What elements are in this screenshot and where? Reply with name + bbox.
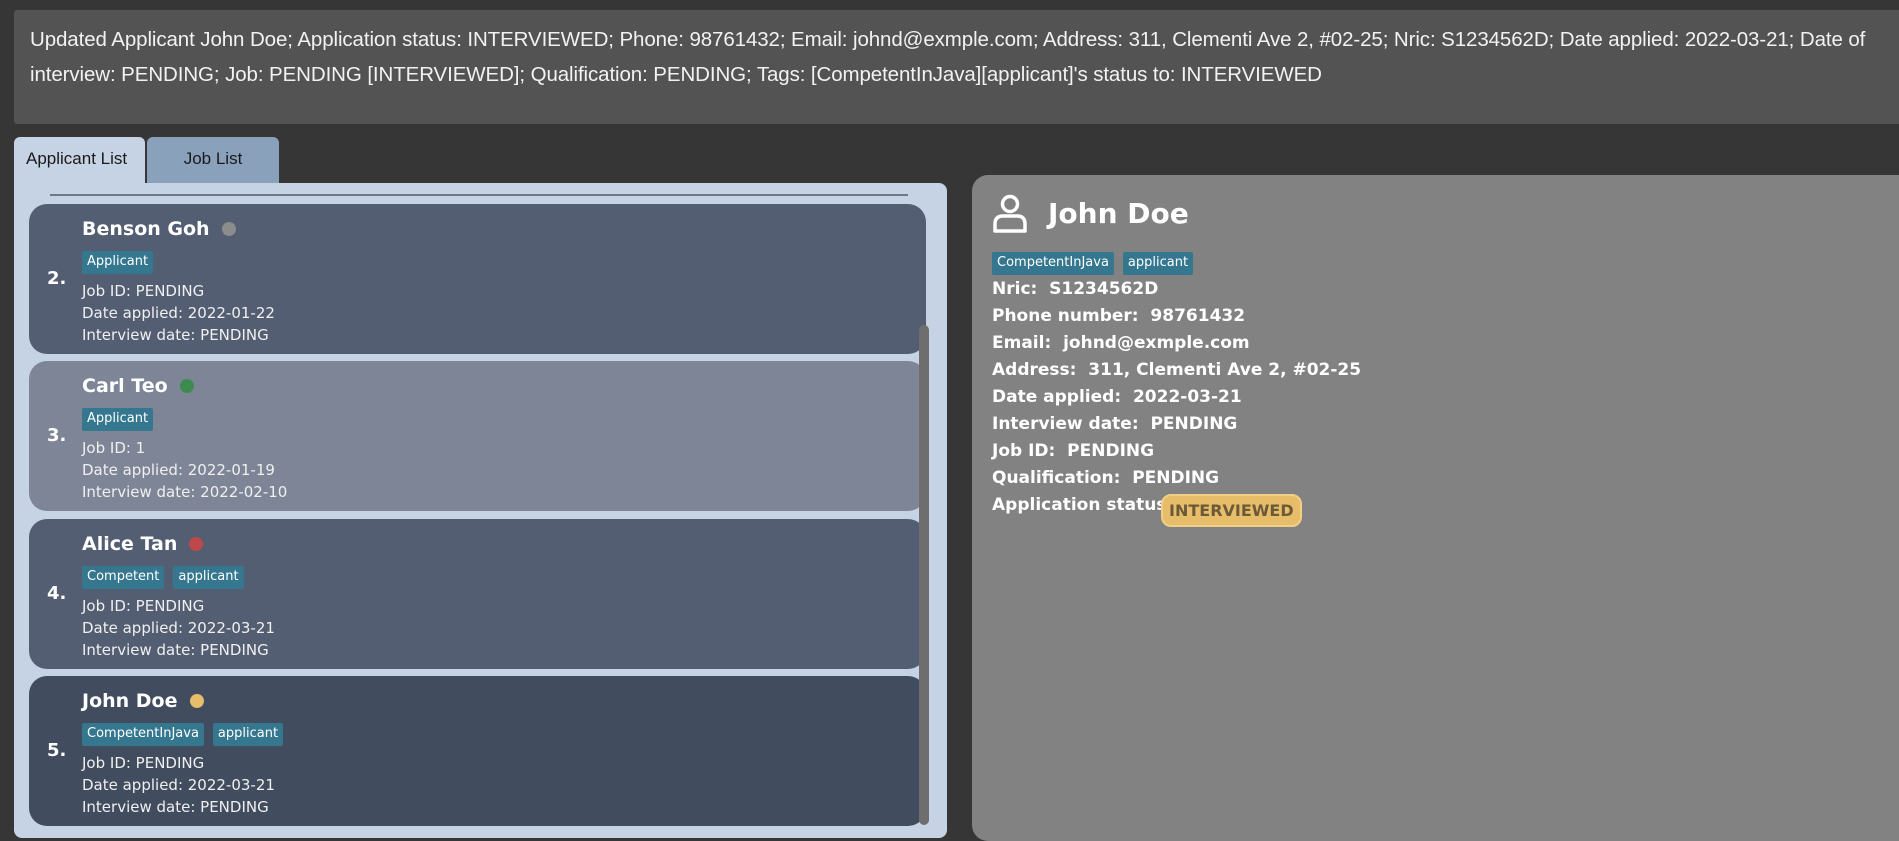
applicant-card[interactable]: 3. Carl Teo Applicant Job ID: 1 Date app… [29,361,926,511]
applicant-card[interactable]: 5. John Doe CompetentInJava applicant Jo… [29,676,926,826]
card-name-row: Carl Teo [82,375,194,397]
tag-badge: applicant [173,566,244,589]
detail-qualification: Qualification: PENDING [992,468,1220,488]
card-job-id: Job ID: PENDING [82,597,205,615]
tag-badge: CompetentInJava [82,723,204,746]
card-index: 4. [47,583,67,604]
detail-phone: Phone number: 98761432 [992,306,1246,326]
card-interview-date: Interview date: PENDING [82,326,269,344]
card-name-row: Benson Goh [82,218,236,240]
detail-nric: Nric: S1234562D [992,279,1159,299]
card-date-applied: Date applied: 2022-01-22 [82,304,275,322]
card-date-applied: Date applied: 2022-03-21 [82,776,275,794]
tag-badge: applicant [1122,252,1194,275]
status-dot-icon [221,222,236,236]
card-name: Benson Goh [82,218,210,240]
tag-badge: Competent [82,566,165,589]
detail-email: Email: johnd@exmple.com [992,333,1250,353]
tag-badge: CompetentInJava [992,252,1114,275]
card-name-row: Alice Tan [82,533,204,555]
applicant-list-panel[interactable]: 2. Benson Goh Applicant Job ID: PENDING … [14,183,947,838]
card-interview-date: Interview date: PENDING [82,798,269,816]
card-tags: Applicant [82,408,154,431]
detail-address: Address: 311, Clementi Ave 2, #02-25 [992,360,1362,380]
card-index: 5. [47,740,67,761]
status-dot-icon [179,379,194,393]
detail-tags: CompetentInJava applicant [992,252,1194,275]
tag-badge: Applicant [82,408,154,431]
command-result-box: Updated Applicant John Doe; Application … [14,10,1899,124]
card-tags: Competent applicant [82,566,244,589]
card-interview-date: Interview date: PENDING [82,641,269,659]
tag-badge: applicant [212,723,284,746]
card-tags: CompetentInJava applicant [82,723,284,746]
tab-applicant-list[interactable]: Applicant List [14,137,145,183]
detail-job-id: Job ID: PENDING [992,441,1155,461]
card-date-applied: Date applied: 2022-03-21 [82,619,275,637]
detail-header: John Doe [992,193,1189,233]
tab-bar: Applicant List Job List [14,137,279,183]
list-separator [50,194,908,196]
detail-status-label: Application status: [992,495,1174,515]
status-dot-icon [189,694,204,708]
tag-badge: Applicant [82,251,154,274]
detail-date-applied: Date applied: 2022-03-21 [992,387,1242,407]
card-index: 3. [47,425,67,446]
card-name: Alice Tan [82,533,178,555]
result-message: Updated Applicant John Doe; Application … [30,28,1866,86]
detail-name: John Doe [1048,196,1189,230]
applicant-detail-panel: John Doe CompetentInJava applicant Nric:… [972,175,1899,841]
card-interview-date: Interview date: 2022-02-10 [82,483,288,501]
card-job-id: Job ID: 1 [82,439,146,457]
card-job-id: Job ID: PENDING [82,754,205,772]
card-date-applied: Date applied: 2022-01-19 [82,461,275,479]
card-job-id: Job ID: PENDING [82,282,205,300]
application-status-badge: INTERVIEWED [1161,494,1302,527]
applicant-card[interactable]: 2. Benson Goh Applicant Job ID: PENDING … [29,204,926,354]
card-name: Carl Teo [82,375,168,397]
tab-job-list[interactable]: Job List [147,137,279,183]
applicant-card[interactable]: 4. Alice Tan Competent applicant Job ID:… [29,519,926,669]
card-tags: Applicant [82,251,154,274]
person-icon [993,194,1027,233]
card-name-row: John Doe [82,690,204,712]
detail-interview-date: Interview date: PENDING [992,414,1238,434]
status-dot-icon [189,537,204,551]
list-scrollbar[interactable] [919,325,929,825]
card-name: John Doe [82,690,178,712]
card-index: 2. [47,268,67,289]
